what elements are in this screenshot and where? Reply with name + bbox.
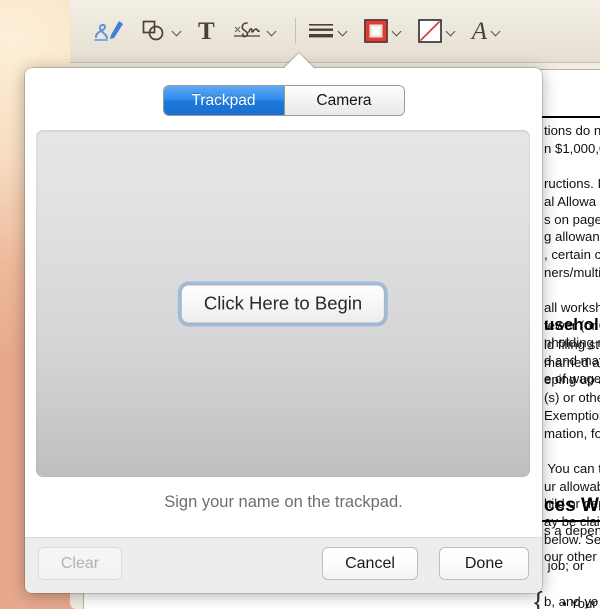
- popover-footer: Clear Cancel Done: [25, 537, 542, 593]
- clear-button[interactable]: Clear: [39, 548, 121, 579]
- tab-camera[interactable]: Camera: [283, 86, 404, 115]
- tab-trackpad[interactable]: Trackpad: [163, 86, 284, 115]
- toolbar-fill-color-button[interactable]: [417, 14, 456, 48]
- fill-color-icon: [417, 19, 442, 43]
- toolbar-border-color-button[interactable]: [363, 14, 402, 48]
- chevron-down-icon[interactable]: [173, 27, 182, 36]
- trackpad-drawing-area[interactable]: Click Here to Begin: [36, 130, 530, 477]
- toolbar-line-style-button[interactable]: [308, 14, 348, 48]
- document-section-heading-2: ces Wo: [544, 495, 600, 516]
- document-bullet-item: • Your wages from a second job or your s…: [562, 596, 597, 609]
- toolbar-signature-button[interactable]: [231, 14, 277, 48]
- chevron-down-icon[interactable]: [492, 27, 501, 36]
- chevron-down-icon[interactable]: [393, 27, 402, 36]
- border-color-icon: [363, 19, 388, 43]
- done-button[interactable]: Done: [440, 548, 528, 579]
- chevron-down-icon[interactable]: [447, 27, 456, 36]
- toolbar-text-button[interactable]: T: [198, 14, 215, 48]
- document-section-heading-1: usehold.: [544, 315, 600, 334]
- click-here-to-begin-button[interactable]: Click Here to Begin: [181, 285, 385, 322]
- text-tool-icon: T: [198, 17, 215, 45]
- chevron-down-icon[interactable]: [268, 27, 277, 36]
- shapes-icon: [142, 20, 168, 42]
- toolbar-shapes-button[interactable]: [142, 14, 182, 48]
- popover-arrow: [283, 53, 315, 69]
- chevron-down-icon[interactable]: [339, 27, 348, 36]
- markup-toolbar: T A: [70, 0, 600, 63]
- capture-mode-segmented-control[interactable]: Trackpad Camera: [163, 86, 404, 115]
- toolbar-font-style-button[interactable]: A: [472, 14, 501, 48]
- cancel-button[interactable]: Cancel: [323, 548, 417, 579]
- toolbar-separator: [294, 18, 296, 44]
- line-style-icon: [308, 21, 334, 41]
- trackpad-hint-text: Sign your name on the trackpad.: [164, 493, 403, 511]
- desktop-background: T A tions do n n $1,000, ructions. I al …: [0, 0, 600, 609]
- toolbar-markup-pen-button[interactable]: [92, 14, 126, 48]
- signature-icon: [231, 19, 263, 43]
- font-style-icon: A: [471, 17, 487, 45]
- signature-capture-popover: Trackpad Camera Click Here to Begin Sign…: [25, 53, 542, 593]
- markup-pen-icon: [92, 18, 126, 44]
